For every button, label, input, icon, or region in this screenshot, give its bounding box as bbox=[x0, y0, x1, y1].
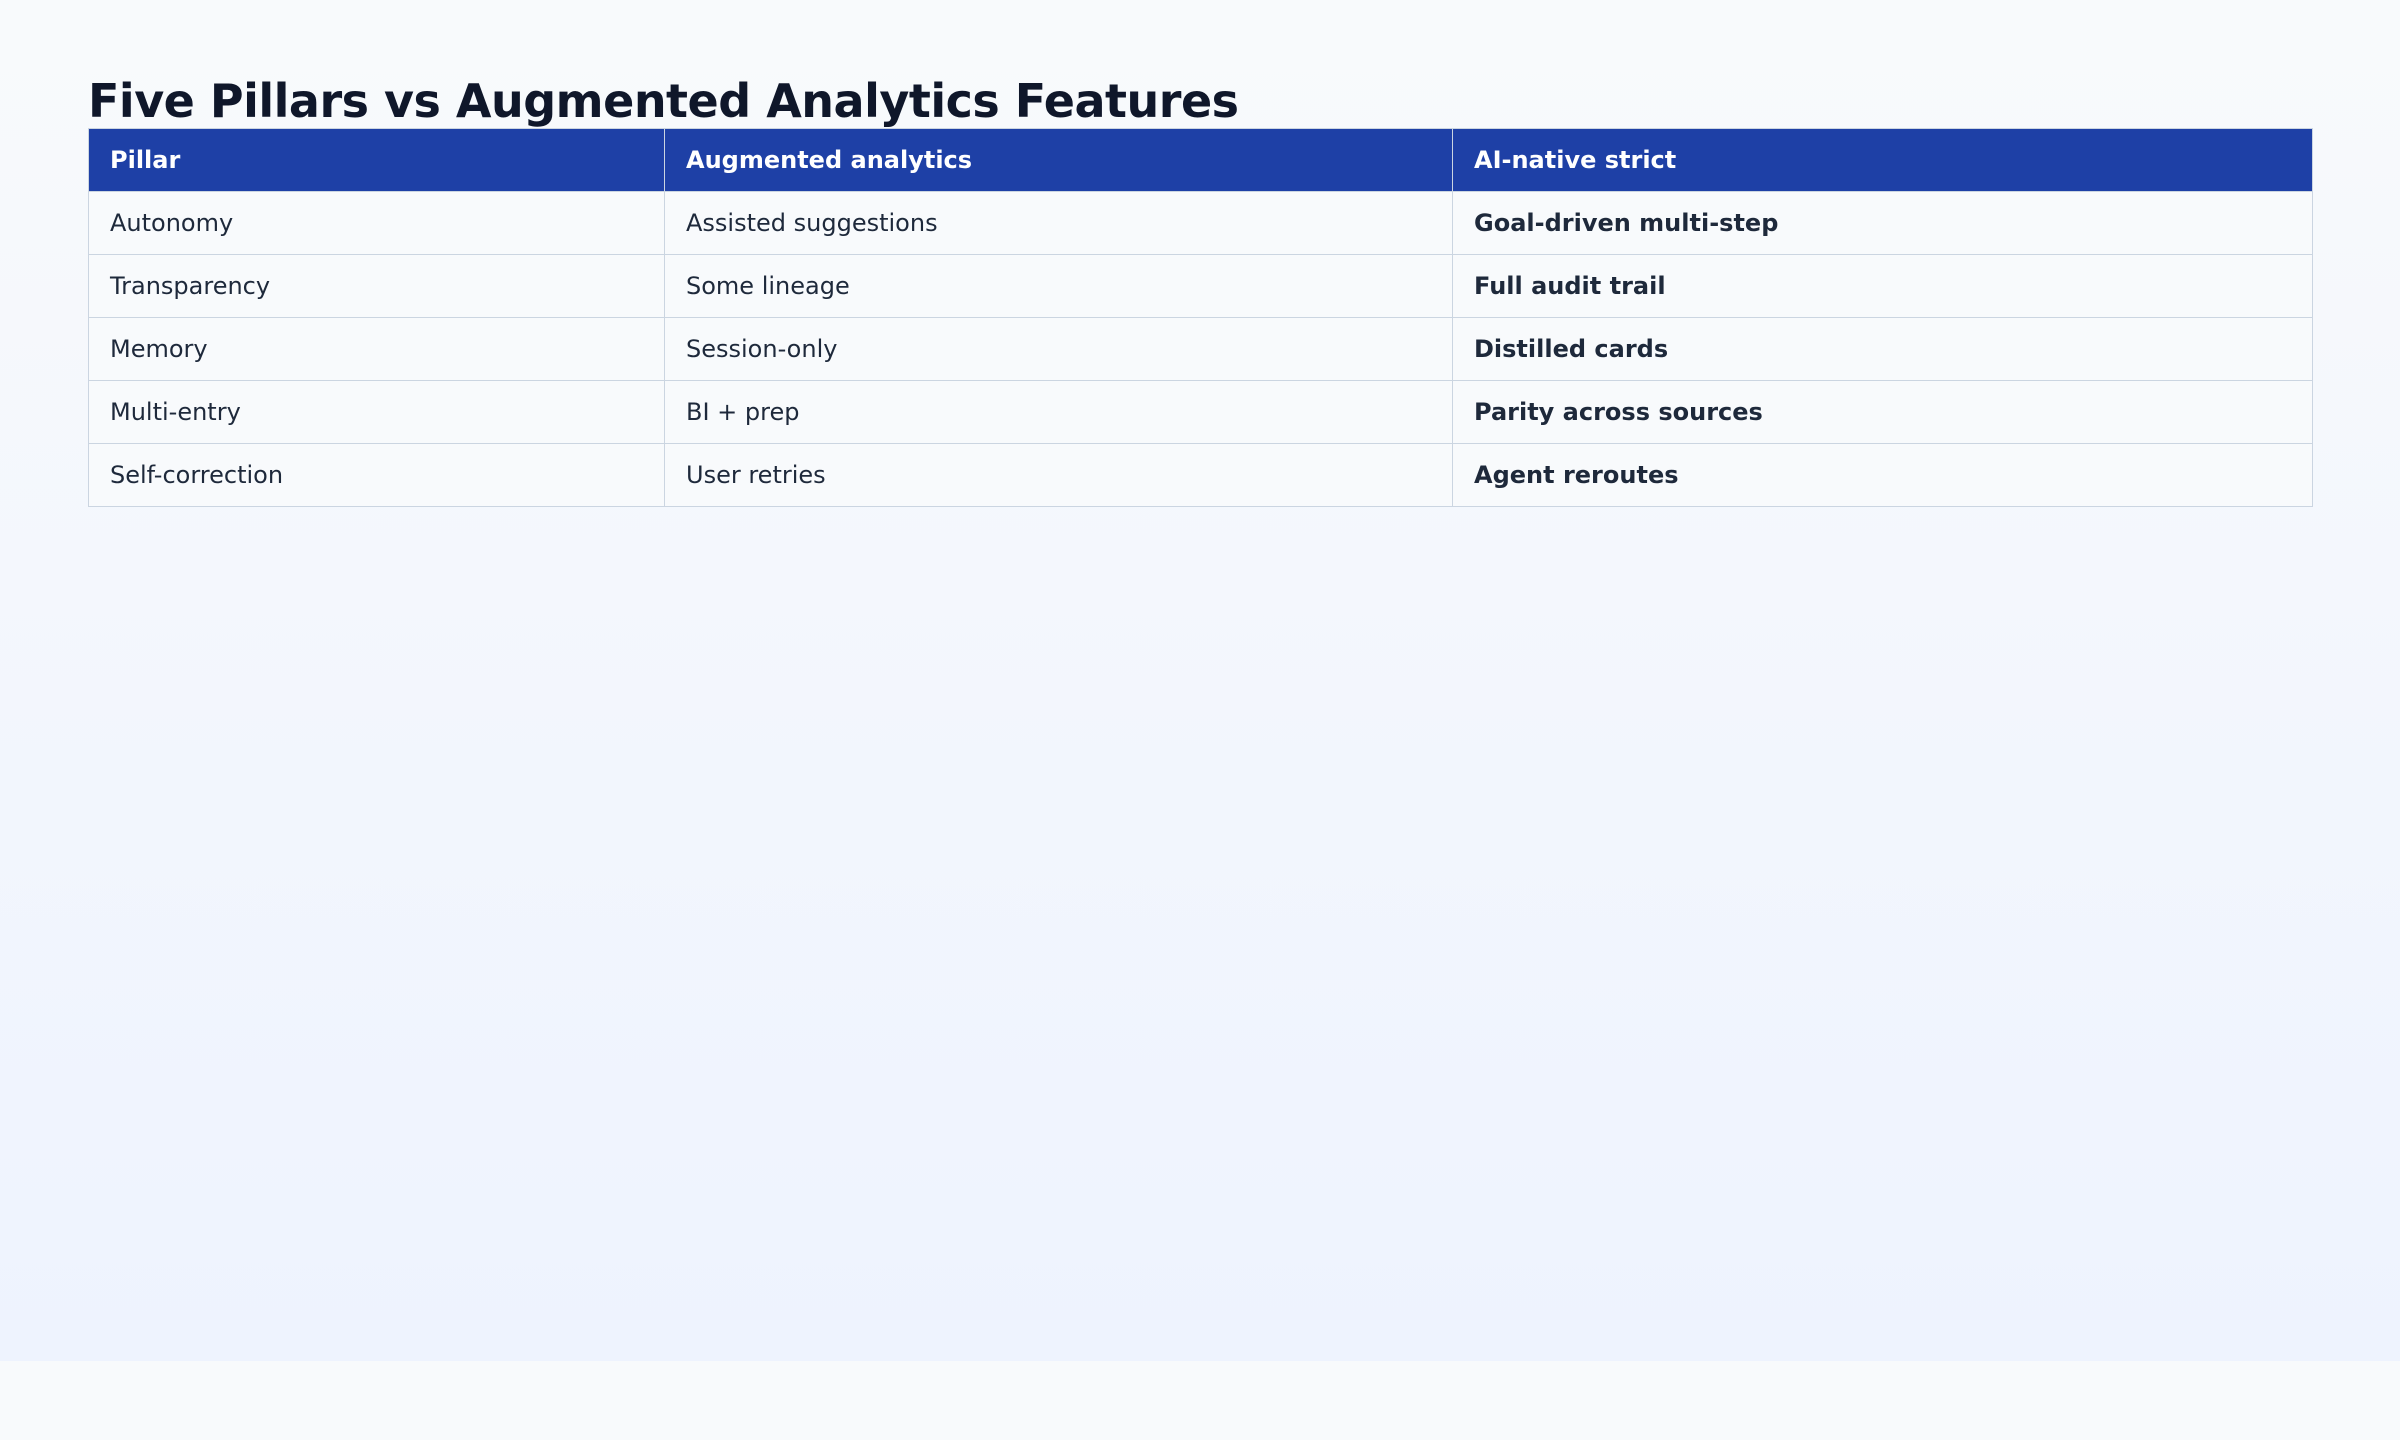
table-row: Memory Session-only Distilled cards bbox=[88, 317, 2313, 381]
comparison-table: Pillar Augmented analytics AI-native str… bbox=[88, 128, 2313, 507]
pillar-cell: Memory bbox=[88, 317, 665, 381]
ai-native-cell: Full audit trail bbox=[1452, 254, 2313, 318]
augmented-cell: BI + prep bbox=[664, 380, 1453, 444]
ai-native-cell: Goal-driven multi-step bbox=[1452, 191, 2313, 255]
column-header-augmented-analytics: Augmented analytics bbox=[664, 128, 1453, 192]
pillar-cell: Autonomy bbox=[88, 191, 665, 255]
column-header-ai-native-strict: AI-native strict bbox=[1452, 128, 2313, 192]
page-title: Five Pillars vs Augmented Analytics Feat… bbox=[88, 74, 1239, 128]
pillar-cell: Self-correction bbox=[88, 443, 665, 507]
header-row: Pillar Augmented analytics AI-native str… bbox=[88, 128, 2313, 192]
table-row: Multi-entry BI + prep Parity across sour… bbox=[88, 380, 2313, 444]
table-row: Transparency Some lineage Full audit tra… bbox=[88, 254, 2313, 318]
table-row: Autonomy Assisted suggestions Goal-drive… bbox=[88, 191, 2313, 255]
ai-native-cell: Parity across sources bbox=[1452, 380, 2313, 444]
ai-native-cell: Agent reroutes bbox=[1452, 443, 2313, 507]
pillar-cell: Multi-entry bbox=[88, 380, 665, 444]
augmented-cell: Some lineage bbox=[664, 254, 1453, 318]
ai-native-cell: Distilled cards bbox=[1452, 317, 2313, 381]
column-header-pillar: Pillar bbox=[88, 128, 665, 192]
table-header: Pillar Augmented analytics AI-native str… bbox=[88, 128, 2313, 192]
slide-canvas: Five Pillars vs Augmented Analytics Feat… bbox=[0, 0, 2400, 1361]
augmented-cell: User retries bbox=[664, 443, 1453, 507]
pillar-cell: Transparency bbox=[88, 254, 665, 318]
augmented-cell: Session-only bbox=[664, 317, 1453, 381]
augmented-cell: Assisted suggestions bbox=[664, 191, 1453, 255]
table-body: Autonomy Assisted suggestions Goal-drive… bbox=[88, 191, 2313, 507]
table-row: Self-correction User retries Agent rerou… bbox=[88, 443, 2313, 507]
